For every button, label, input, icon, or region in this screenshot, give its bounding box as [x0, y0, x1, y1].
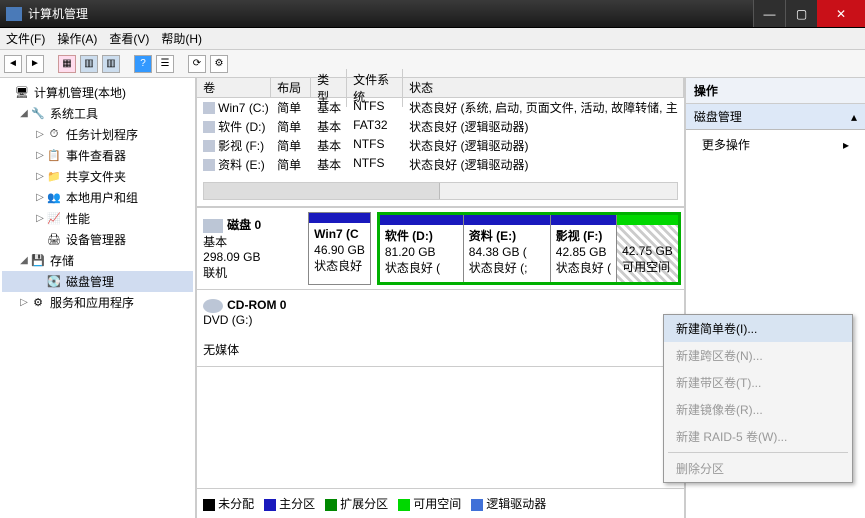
- chevron-right-icon: ▸: [843, 138, 849, 152]
- close-button[interactable]: ✕: [817, 0, 865, 27]
- toolbar: ◄ ► ▦ ▥ ▥ ? ☰ ⟳ ⚙: [0, 50, 865, 78]
- disk-icon: [203, 219, 223, 233]
- menu-new-raid5-volume: 新建 RAID-5 卷(W)...: [664, 423, 852, 450]
- extended-partition: 软件 (D:)81.20 GB状态良好 ( 资料 (E:)84.38 GB (状…: [377, 212, 681, 285]
- settings-button[interactable]: ⚙: [210, 55, 228, 73]
- context-menu: 新建简单卷(I)... 新建跨区卷(N)... 新建带区卷(T)... 新建镜像…: [663, 314, 853, 483]
- volume-row[interactable]: 资料 (E:)简单基本NTFS状态良好 (逻辑驱动器): [197, 155, 684, 174]
- tree-performance[interactable]: ▷📈性能: [2, 208, 193, 229]
- menu-help[interactable]: 帮助(H): [161, 30, 202, 47]
- refresh-button[interactable]: ⟳: [188, 55, 206, 73]
- legend: 未分配 主分区 扩展分区 可用空间 逻辑驱动器: [197, 488, 684, 518]
- tree-services-apps[interactable]: ▷⚙服务和应用程序: [2, 292, 193, 313]
- col-layout[interactable]: 布局: [271, 77, 311, 98]
- disk-label[interactable]: 磁盘 0 基本 298.09 GB 联机: [197, 208, 305, 289]
- list-button[interactable]: ☰: [156, 55, 174, 73]
- menu-view[interactable]: 查看(V): [109, 30, 149, 47]
- tree-storage[interactable]: ◢💾存储: [2, 250, 193, 271]
- help-button[interactable]: ?: [134, 55, 152, 73]
- partition-e[interactable]: 资料 (E:)84.38 GB (状态良好 (;: [464, 215, 551, 282]
- titlebar: 计算机管理 — ▢ ✕: [0, 0, 865, 28]
- tree-task-scheduler[interactable]: ▷⏱任务计划程序: [2, 124, 193, 145]
- forward-button[interactable]: ►: [26, 55, 44, 73]
- partition-d[interactable]: 软件 (D:)81.20 GB状态良好 (: [380, 215, 464, 282]
- app-icon: [6, 7, 22, 21]
- menu-delete-partition: 删除分区: [664, 455, 852, 482]
- actions-header: 操作: [686, 78, 865, 104]
- tree-device-manager[interactable]: 🖨设备管理器: [2, 229, 193, 250]
- cdrom-row: CD-ROM 0 DVD (G:) 无媒体: [197, 290, 684, 367]
- partition-f[interactable]: 影视 (F:)42.85 GB状态良好 (: [551, 215, 617, 282]
- menu-new-striped-volume: 新建带区卷(T)...: [664, 369, 852, 396]
- volume-list-header: 卷 布局 类型 文件系统 状态: [197, 78, 684, 98]
- menu-new-mirror-volume: 新建镜像卷(R)...: [664, 396, 852, 423]
- actions-more[interactable]: 更多操作▸: [686, 130, 865, 159]
- volume-icon: [203, 121, 215, 133]
- partition-c[interactable]: Win7 (C46.90 GB状态良好: [308, 212, 371, 285]
- cdrom-label[interactable]: CD-ROM 0 DVD (G:) 无媒体: [197, 290, 684, 366]
- content-pane: 卷 布局 类型 文件系统 状态 Win7 (C:)简单基本NTFS状态良好 (系…: [197, 78, 686, 518]
- volume-icon: [203, 102, 215, 114]
- maximize-button[interactable]: ▢: [785, 0, 817, 27]
- col-status[interactable]: 状态: [403, 77, 684, 98]
- col-volume[interactable]: 卷: [197, 77, 271, 98]
- navigation-tree: 🖥计算机管理(本地) ◢🔧系统工具 ▷⏱任务计划程序 ▷📋事件查看器 ▷📁共享文…: [0, 78, 197, 518]
- menu-file[interactable]: 文件(F): [6, 30, 45, 47]
- up-button[interactable]: ▦: [58, 55, 76, 73]
- horizontal-scrollbar[interactable]: [203, 182, 678, 200]
- cdrom-icon: [203, 299, 223, 313]
- tree-event-viewer[interactable]: ▷📋事件查看器: [2, 145, 193, 166]
- back-button[interactable]: ◄: [4, 55, 22, 73]
- tree-local-users[interactable]: ▷👥本地用户和组: [2, 187, 193, 208]
- panel1-button[interactable]: ▥: [80, 55, 98, 73]
- chevron-up-icon: ▴: [851, 110, 857, 124]
- menu-new-spanned-volume: 新建跨区卷(N)...: [664, 342, 852, 369]
- partition-free[interactable]: 42.75 GB可用空间: [617, 215, 678, 282]
- disk-row: 磁盘 0 基本 298.09 GB 联机 Win7 (C46.90 GB状态良好…: [197, 208, 684, 290]
- volume-list: Win7 (C:)简单基本NTFS状态良好 (系统, 启动, 页面文件, 活动,…: [197, 98, 684, 174]
- tree-shared-folders[interactable]: ▷📁共享文件夹: [2, 166, 193, 187]
- volume-row[interactable]: 影视 (F:)简单基本NTFS状态良好 (逻辑驱动器): [197, 136, 684, 155]
- disk-layout: 磁盘 0 基本 298.09 GB 联机 Win7 (C46.90 GB状态良好…: [197, 206, 684, 518]
- volume-icon: [203, 159, 215, 171]
- actions-disk-management[interactable]: 磁盘管理▴: [686, 104, 865, 130]
- tree-system-tools[interactable]: ◢🔧系统工具: [2, 103, 193, 124]
- window-title: 计算机管理: [28, 5, 753, 22]
- volume-row[interactable]: Win7 (C:)简单基本NTFS状态良好 (系统, 启动, 页面文件, 活动,…: [197, 98, 684, 117]
- menu-bar: 文件(F) 操作(A) 查看(V) 帮助(H): [0, 28, 865, 50]
- tree-disk-management[interactable]: 💽磁盘管理: [2, 271, 193, 292]
- menu-new-simple-volume[interactable]: 新建简单卷(I)...: [664, 315, 852, 342]
- volume-row[interactable]: 软件 (D:)简单基本FAT32状态良好 (逻辑驱动器): [197, 117, 684, 136]
- minimize-button[interactable]: —: [753, 0, 785, 27]
- tree-root[interactable]: 🖥计算机管理(本地): [2, 82, 193, 103]
- menu-action[interactable]: 操作(A): [57, 30, 97, 47]
- panel2-button[interactable]: ▥: [102, 55, 120, 73]
- volume-icon: [203, 140, 215, 152]
